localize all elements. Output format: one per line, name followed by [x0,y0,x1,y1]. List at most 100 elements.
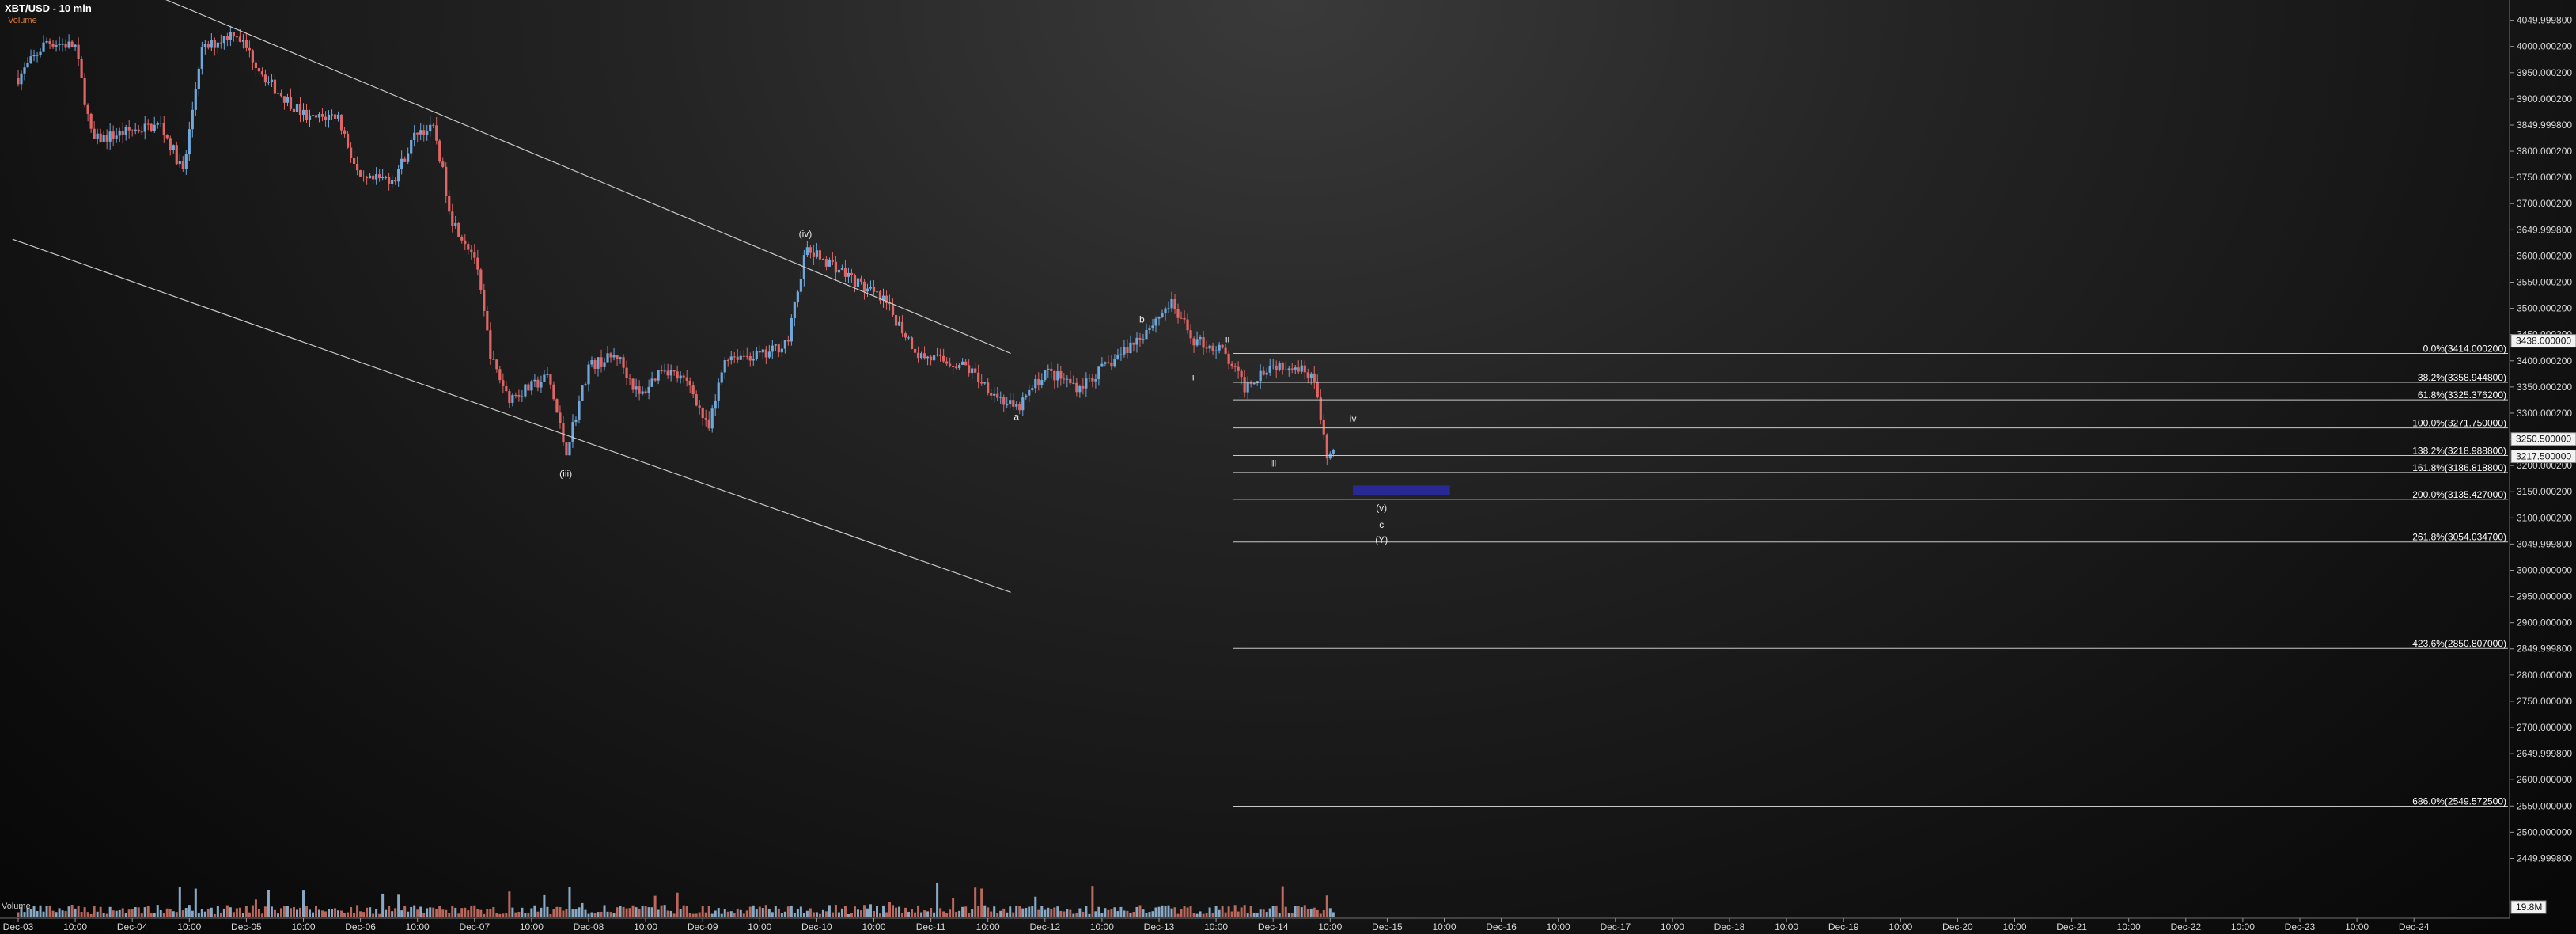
fib-level-label: 161.8%(3186.818800) [2412,462,2506,473]
volume-bar [631,905,635,917]
candle-body [492,359,495,360]
volume-bar [543,894,546,917]
candle-body [172,145,175,150]
candle-body [1189,330,1192,339]
candle-body [279,93,283,97]
volume-bar [955,911,958,917]
target-zone-layer [1353,485,1450,495]
candle-body [369,175,372,179]
candle-body [894,315,898,326]
volume-bar [1211,913,1214,917]
candle-body [1303,365,1306,373]
candle-body [222,36,225,44]
candle-body [581,385,584,401]
candle-body [80,59,83,78]
volume-bar [394,908,397,917]
volume-bar [879,913,882,917]
volume-bar [64,911,67,917]
candle-body [993,393,996,396]
candle-body [505,385,508,392]
candle-body [58,44,61,45]
candle-body [1104,362,1107,364]
candle-body [774,344,777,346]
candle-body [327,114,331,120]
candle-body [729,356,733,361]
price-tick-label: 2550.000000 [2517,800,2572,811]
candle-body [1110,363,1113,367]
wave-label: i [1192,371,1195,382]
volume-bar [260,913,263,917]
candle-body [308,115,312,120]
volume-bar [593,913,597,917]
volume-bar [679,909,682,917]
candle-body [1047,368,1050,370]
candle-body [1208,345,1211,349]
volume-bar [238,907,241,917]
candle-body [489,330,492,359]
candle-body [590,360,593,365]
candle-body [1290,368,1294,370]
volume-bar [1123,910,1126,917]
candle-body [1123,347,1126,355]
volume-bar [1230,911,1233,917]
volume-bar [707,906,710,917]
candle-body [429,124,432,132]
volume-bar [340,910,343,917]
volume-bar [1044,909,1047,917]
volume-bar [834,905,837,917]
time-tick-label: Dec-09 [688,921,718,932]
candle-body [422,130,426,135]
candle-body [1069,378,1072,384]
candle-body [445,166,448,196]
volume-bar [892,905,895,917]
price-tick-label: 2950.000000 [2517,591,2572,602]
candle-body [29,56,32,63]
volume-bar [175,912,178,917]
candle-body [1012,400,1015,407]
candle-body [1180,317,1183,319]
volume-bar [802,913,805,917]
candle-body [1205,347,1208,349]
volume-bar [1173,907,1176,917]
candle-body [441,161,445,167]
volume-bar [302,890,305,917]
volume-bar [818,913,821,917]
candle-body [1325,434,1328,459]
volume-bar [514,912,517,917]
candle-body [36,55,39,56]
volume-bar [996,913,999,917]
candle-body [257,68,261,72]
price-chart[interactable]: 0.0%(3414.000200) 38.2%(3358.944800) 61.8%… [0,0,2576,934]
volume-bar [1018,906,1021,917]
candle-body [1034,378,1037,389]
volume-bar [400,910,403,917]
time-tick-label: Dec-18 [1714,921,1745,932]
volume-bar [1243,905,1246,917]
fib-level-label: 0.0%(3414.000200) [2423,344,2506,355]
volume-bar [1059,910,1063,917]
volume-bar [540,907,543,917]
volume-bar [410,906,413,917]
volume-bar [492,906,495,917]
candle-body [517,395,521,397]
volume-bar [669,910,672,917]
volume-bar [993,906,996,917]
volume-bar [451,906,454,917]
candle-body [1170,299,1173,309]
volume-bar [337,910,340,917]
candle-body [676,371,679,379]
candle-body [311,115,315,116]
volume-bar [603,905,606,917]
volume-bar [378,913,381,917]
price-tick-label: 2649.999800 [2517,748,2572,759]
candle-body [112,131,115,139]
candle-body [17,78,20,85]
time-tick-label: Dec-17 [1600,921,1631,932]
volume-bar [1145,912,1148,917]
candle-body [850,272,854,275]
volume-bar [146,906,150,917]
volume-bar [536,911,540,917]
candle-body [933,355,936,361]
candle-body [907,337,911,339]
chart-window[interactable]: 0.0%(3414.000200) 38.2%(3358.944800) 61.8%… [0,0,2576,934]
